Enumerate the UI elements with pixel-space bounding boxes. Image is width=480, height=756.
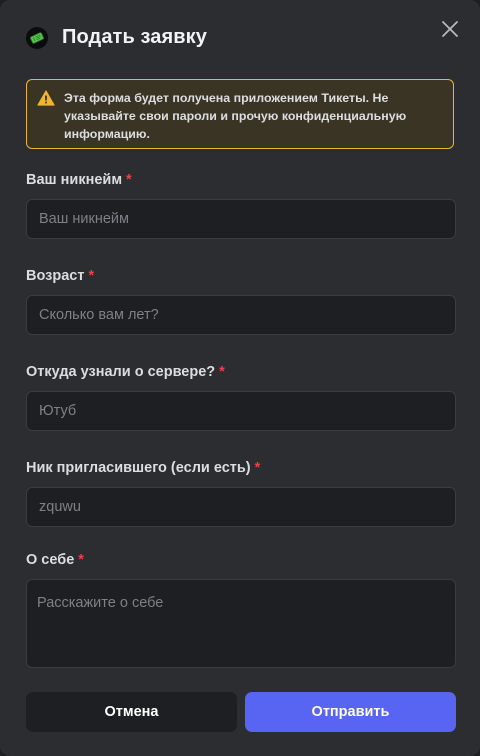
nickname-input[interactable] <box>26 199 456 239</box>
modal-title: Подать заявку <box>62 26 207 48</box>
warning-text: Эта форма будет получена приложением Тик… <box>64 91 407 141</box>
about-label: О себе * <box>26 552 84 568</box>
cancel-button[interactable]: Отмена <box>26 692 237 732</box>
application-modal: Подать заявку Эта форма будет получена п… <box>0 0 480 756</box>
about-label-text: О себе <box>26 552 75 568</box>
age-label-text: Возраст <box>26 268 85 284</box>
required-mark: * <box>254 460 261 476</box>
source-input[interactable] <box>26 391 456 431</box>
required-mark: * <box>78 552 84 568</box>
age-label: Возраст * <box>26 268 94 284</box>
nickname-label-text: Ваш никнейм <box>26 172 123 188</box>
ticket-icon <box>26 26 48 49</box>
inviter-label: Ник пригласившего (если есть) * <box>26 460 260 476</box>
source-label: Откуда узнали о сервере? * <box>26 364 225 380</box>
inviter-input[interactable] <box>26 487 456 527</box>
close-button[interactable] <box>438 17 462 41</box>
close-icon[interactable] <box>438 17 462 41</box>
required-mark: * <box>126 172 132 188</box>
warning-icon <box>37 90 55 106</box>
required-mark: * <box>88 268 95 284</box>
required-mark: * <box>219 364 225 380</box>
modal-header: Подать заявку <box>26 26 207 49</box>
inviter-label-text: Ник пригласившего (если есть) <box>26 460 251 476</box>
about-textarea[interactable] <box>26 579 456 668</box>
warning-banner: Эта форма будет получена приложением Тик… <box>26 79 454 149</box>
age-input[interactable] <box>26 295 456 335</box>
source-label-text: Откуда узнали о сервере? <box>26 364 216 380</box>
submit-button[interactable]: Отправить <box>245 692 456 732</box>
nickname-label: Ваш никнейм * <box>26 172 132 188</box>
